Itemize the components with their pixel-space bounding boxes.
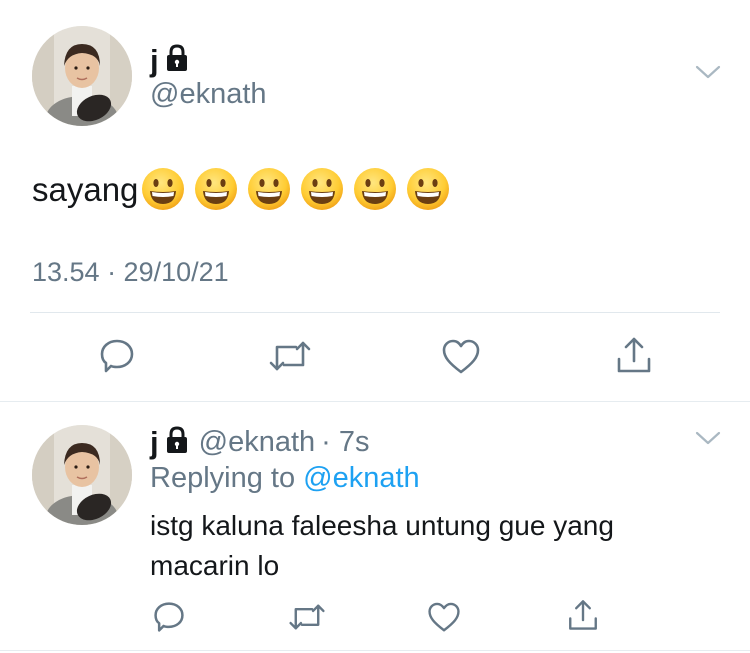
tweet-body: sayang [32,166,451,212]
like-icon[interactable] [427,602,461,633]
avatar-image [32,425,132,525]
author-handle[interactable]: @eknath [150,80,267,109]
avatar-image [32,26,132,126]
grinning-face-icon [248,168,291,210]
like-icon[interactable] [441,339,481,375]
retweet-icon[interactable] [288,602,326,632]
bottom-divider [0,650,750,651]
tweet-timestamp[interactable]: 13.54 · 29/10/21 [32,257,229,288]
grinning-face-icon [195,168,238,210]
reply-avatar[interactable] [32,425,132,525]
grinning-face-icon [142,168,185,210]
main-author[interactable]: j [150,44,189,77]
divider [30,312,720,313]
chevron-down-icon[interactable] [695,430,721,451]
main-avatar[interactable] [32,26,132,126]
grinning-face-icon [301,168,344,210]
replying-to-line: Replying to @eknath [150,464,420,493]
reply-body: istg kaluna faleesha untung gue yang mac… [150,506,730,586]
lock-icon [165,44,189,77]
author-name: j [150,43,159,78]
reply-icon[interactable] [98,337,136,375]
replying-to-label: Replying to [150,462,296,494]
chevron-down-icon[interactable] [695,64,721,85]
retweet-icon[interactable] [268,339,312,373]
section-divider [0,401,750,402]
share-icon[interactable] [614,335,654,375]
author-name: j [150,425,159,460]
reply-text-line: macarin lo [150,550,280,581]
reply-text-line: istg kaluna faleesha untung gue yang [150,510,614,541]
tweet-text: sayang [32,170,139,208]
reply-time: · 7s [321,426,370,458]
emoji-group [140,166,451,212]
replying-to-link[interactable]: @eknath [303,462,420,494]
grinning-face-icon [407,168,450,210]
share-icon[interactable] [566,598,600,632]
author-handle: @eknath [198,426,316,458]
reply-icon[interactable] [152,600,186,634]
grinning-face-icon [354,168,397,210]
reply-author-line[interactable]: j @eknath · 7s [150,426,369,459]
lock-icon [165,426,189,459]
